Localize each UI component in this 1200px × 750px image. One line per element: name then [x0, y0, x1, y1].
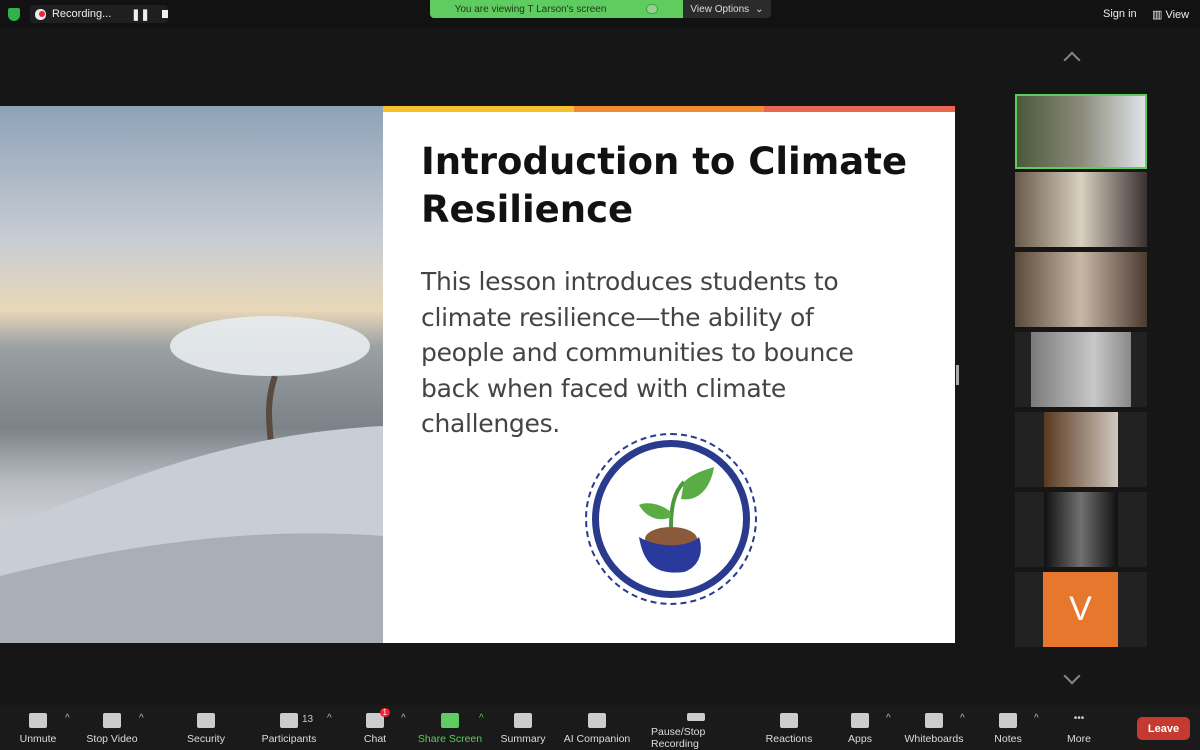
view-options-button[interactable]: View Options ⌄ — [683, 0, 771, 18]
chevron-down-icon: ⌄ — [755, 3, 764, 15]
toolbar-label: Participants — [261, 733, 317, 745]
toolbar-label: Summary — [500, 733, 546, 745]
toolbar-ai-companion-button[interactable]: AI Companion — [552, 705, 642, 750]
participant-video-3[interactable] — [1015, 252, 1147, 327]
toolbar-label: Security — [187, 733, 225, 745]
accent-bar-yellow — [383, 106, 574, 112]
share-screen-icon — [441, 713, 459, 728]
climate-resilience-logo — [585, 433, 757, 605]
participant-video-2[interactable] — [1015, 172, 1147, 247]
caret-up-icon[interactable]: ^ — [139, 713, 144, 724]
viewing-banner: You are viewing T Larson's screen — [430, 0, 683, 18]
toolbar-label: More — [1067, 733, 1091, 745]
notes-icon — [999, 713, 1017, 728]
accent-bar-red — [764, 106, 955, 112]
tree-on-rock-photo — [0, 106, 383, 643]
toolbar-label: Share Screen — [417, 733, 483, 745]
microphone-muted-icon — [29, 713, 47, 728]
view-button[interactable]: ▥ View — [1152, 8, 1189, 21]
sign-in-link[interactable]: Sign in — [1103, 8, 1137, 20]
scroll-up-icon[interactable] — [1063, 51, 1081, 69]
viewing-text: You are viewing T Larson's screen — [454, 3, 607, 15]
reaction-icon — [780, 713, 798, 728]
participant-video-6[interactable] — [1015, 492, 1147, 567]
recording-label: Recording... — [51, 8, 112, 20]
toolbar-more-button[interactable]: ••• More — [1034, 705, 1124, 750]
toolbar-label: Reactions — [765, 733, 813, 745]
slide-title: Introduction to Climate Resilience — [421, 140, 908, 231]
chat-badge: 1 — [379, 708, 390, 717]
recording-indicator: Recording... ❚❚ — [30, 5, 168, 23]
toolbar-pause-stop-recording-button[interactable]: Pause/Stop Recording — [651, 705, 741, 750]
participant-count: 13 — [302, 714, 314, 725]
toolbar-security-button[interactable]: Security — [161, 705, 251, 750]
toolbar-label: AI Companion — [563, 733, 631, 745]
toolbar-label: Notes — [994, 733, 1022, 745]
encryption-shield-icon[interactable] — [8, 8, 20, 21]
grid-view-icon: ▥ — [1152, 9, 1166, 21]
more-icon: ••• — [1073, 713, 1085, 724]
resize-handle[interactable] — [956, 365, 959, 385]
toolbar-label: Chat — [363, 733, 387, 745]
toolbar-participants-button[interactable]: 13 Participants — [244, 705, 334, 750]
scroll-down-icon[interactable] — [1063, 667, 1081, 685]
toolbar-label: Whiteboards — [904, 733, 964, 745]
pause-icon[interactable]: ❚❚ — [131, 8, 149, 21]
shared-screen-slide: Introduction to Climate Resilience This … — [0, 106, 955, 643]
accent-bar-orange — [574, 106, 764, 112]
chat-icon: 1 — [366, 708, 390, 728]
participants-icon: 13 — [280, 713, 313, 728]
participant-video-5[interactable] — [1015, 412, 1147, 487]
cloud-recording-icon — [35, 8, 46, 20]
leave-button[interactable]: Leave — [1137, 717, 1190, 740]
summary-icon — [514, 713, 532, 728]
shield-icon — [197, 713, 215, 728]
view-options-label: View Options — [690, 3, 750, 15]
sparkle-icon — [588, 713, 606, 728]
toolbar-label: Apps — [848, 733, 872, 745]
slide-body: This lesson introduces students to clima… — [421, 267, 854, 438]
view-label: View — [1165, 9, 1190, 21]
participant-video-7[interactable]: V — [1015, 572, 1147, 647]
cloud-icon — [646, 4, 659, 14]
apps-icon — [851, 713, 869, 728]
stop-icon[interactable] — [161, 10, 168, 18]
participant-video-4[interactable] — [1015, 332, 1147, 407]
toolbar-stop-video-button[interactable]: Stop Video — [67, 705, 157, 750]
toolbar-label: Unmute — [19, 733, 57, 745]
tree-illustration — [0, 316, 383, 643]
participant-video-1[interactable] — [1015, 94, 1147, 169]
toolbar-label: Stop Video — [86, 733, 138, 745]
video-camera-icon — [103, 713, 121, 728]
whiteboard-icon — [925, 713, 943, 728]
participant-avatar: V — [1043, 572, 1118, 647]
toolbar-label: Pause/Stop Recording — [651, 726, 706, 750]
pause-stop-icon — [687, 713, 705, 721]
